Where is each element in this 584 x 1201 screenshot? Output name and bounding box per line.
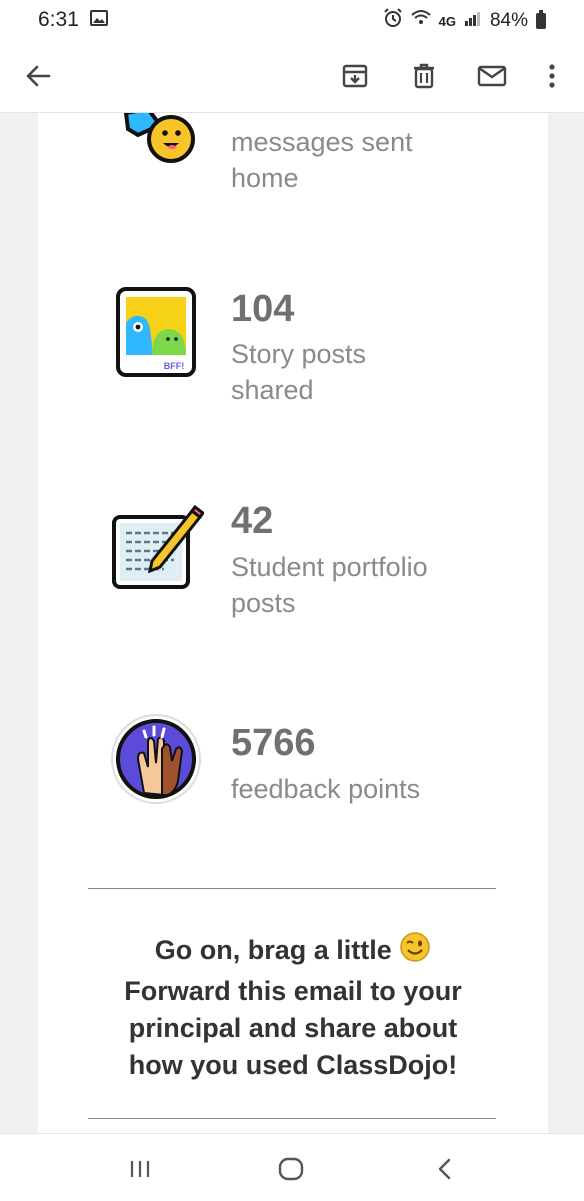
stat-number: 104: [231, 288, 295, 330]
mark-unread-button[interactable]: [470, 54, 514, 98]
wink-emoji-icon: [399, 931, 431, 973]
stat-number: 5766: [231, 722, 316, 764]
battery-percent: 84%: [489, 10, 528, 31]
image-notification-icon: [90, 10, 108, 31]
story-photo-icon: BFF!: [108, 283, 204, 379]
home-icon: [278, 1157, 304, 1181]
status-bar: 6:31 4G 84%: [0, 0, 584, 40]
signal-icon: [464, 10, 482, 32]
stat-label: messages sent home: [231, 127, 413, 193]
brag-line-4: how you used ClassDojo!: [128, 1050, 458, 1080]
back-button[interactable]: [16, 54, 60, 98]
battery-icon: [536, 10, 546, 29]
app-bar: [0, 40, 584, 113]
stat-number: 42: [231, 500, 274, 542]
email-card: messages sent home BFF! 104 Story posts: [38, 113, 548, 1133]
system-nav-bar: [0, 1133, 584, 1201]
archive-button[interactable]: [333, 54, 377, 98]
brag-line-2: Forward this email to your: [124, 976, 462, 1006]
divider: [88, 1118, 496, 1119]
portfolio-notepad-icon: [108, 497, 206, 593]
stat-label: Story posts shared: [231, 339, 367, 405]
alarm-icon: [383, 8, 403, 34]
high-five-icon: [108, 711, 204, 807]
status-right: 4G 84%: [383, 8, 546, 34]
brag-line-1: Go on, brag a little: [78, 931, 508, 973]
status-time: 6:31: [38, 8, 79, 31]
brag-line-3: principal and share about: [128, 1013, 458, 1043]
messages-sticker-icon: [108, 113, 204, 179]
mail-icon: [477, 65, 507, 87]
stat-label: feedback points: [231, 774, 421, 804]
divider: [88, 888, 496, 889]
nav-back-button[interactable]: [424, 1152, 464, 1186]
network-type: 4G: [438, 13, 456, 29]
more-vert-icon: [549, 64, 555, 88]
delete-icon: [414, 63, 434, 89]
photo-sticker-text: BFF!: [164, 361, 185, 371]
brag-message: Go on, brag a little Forward this email …: [78, 931, 508, 1084]
recents-icon: [130, 1161, 150, 1177]
more-options-button[interactable]: [530, 54, 574, 98]
archive-icon: [342, 64, 368, 88]
delete-button[interactable]: [402, 54, 446, 98]
arrow-left-icon: [26, 65, 51, 87]
wifi-icon: [410, 9, 431, 33]
stat-label: Student portfolio posts: [231, 552, 428, 618]
back-icon: [438, 1158, 451, 1180]
recents-button[interactable]: [120, 1152, 160, 1186]
home-button[interactable]: [271, 1152, 311, 1186]
email-body[interactable]: messages sent home BFF! 104 Story posts: [0, 113, 584, 1133]
